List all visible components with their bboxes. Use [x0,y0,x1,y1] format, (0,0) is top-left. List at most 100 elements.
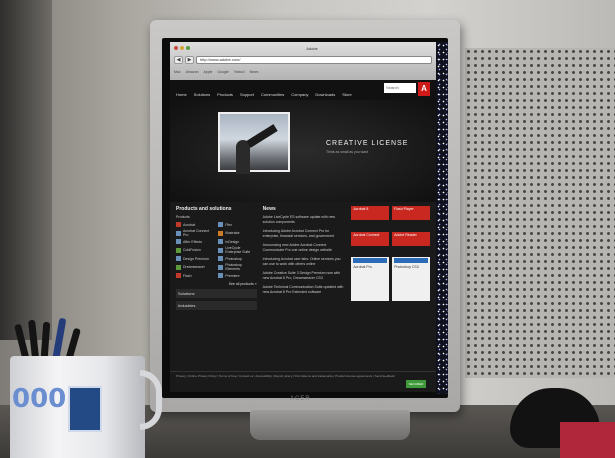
bookmark-item[interactable]: Google [217,70,228,74]
hero-tagline: Think as small as you want [326,150,369,154]
address-bar[interactable]: http://www.adobe.com/ [196,56,432,64]
promo-banner[interactable]: Adobe Reader [392,231,431,246]
promo-card[interactable]: Photoshop CS3 [392,257,431,302]
promo-banner[interactable]: Acrobat 8 [351,206,390,220]
browser-window: Adobe ◀ ▶ http://www.adobe.com/ Mac Amaz… [170,42,436,392]
promo-card-label: Photoshop CS3 [394,265,419,270]
product-label: Photoshop Elements [225,263,243,271]
product-list: Acrobat Flex Acrobat Connect Pro Illustr… [176,222,257,278]
bookmark-item[interactable]: Yahoo! [234,70,245,74]
product-label: ColdFusion [183,248,201,252]
news-item[interactable]: Adobe LiveCycle ES software update with … [263,215,346,225]
back-button[interactable]: ◀ [174,56,183,64]
see-all-products-link[interactable]: See all products » [176,282,257,286]
promo-card-header [353,258,388,264]
livecycle-icon [218,247,224,253]
photo-scene: Adobe ◀ ▶ http://www.adobe.com/ Mac Amaz… [0,0,615,458]
content-area: Products and solutions Products Acrobat … [170,202,436,314]
product-item[interactable]: Acrobat [176,222,214,227]
mug-print: 000 [12,384,67,414]
hero-banner[interactable]: CREATIVE LICENSE Think as small as you w… [170,100,436,202]
products-column: Products and solutions Products Acrobat … [176,206,257,310]
solutions-section[interactable]: Solutions [176,289,257,298]
close-window-button[interactable] [174,46,178,50]
nav-products[interactable]: Products [217,92,233,97]
promo-column: Acrobat 8 Flash Player Acrobat Connect A… [351,206,431,310]
adobe-logo-icon[interactable]: A [418,82,430,96]
news-item[interactable]: Introducing Adobe Acrobat Connect Pro fo… [263,229,346,239]
red-object [560,422,615,458]
product-item[interactable]: LiveCycle Enterprise Suite [218,246,256,254]
flash-icon [176,273,181,278]
product-item[interactable]: Acrobat Connect Pro [176,229,214,237]
product-label: Flex [225,222,232,227]
promo-card[interactable]: Acrobat Pro [351,257,390,302]
product-label: Dreamweaver [183,265,205,269]
nav-company[interactable]: Company [291,92,308,97]
nav-communities[interactable]: Communities [261,92,284,97]
news-item[interactable]: Introducing Acrobat user labs: Online se… [263,257,346,267]
nav-store[interactable]: Store [342,92,352,97]
product-item[interactable]: Flex [218,222,256,227]
product-label: Photoshop [225,256,243,261]
nav-downloads[interactable]: Downloads [315,92,335,97]
hero-photo [218,112,290,174]
pen [66,327,81,359]
acrobat-icon [176,222,181,227]
indesign-icon [218,239,224,244]
product-item[interactable]: Photoshop [218,256,256,261]
flex-icon [218,222,224,227]
products-subheading: Products [176,215,190,219]
coffee-mug: 000 [10,356,145,458]
bookmark-item[interactable]: Mac [174,70,181,74]
product-label: Acrobat [183,222,196,227]
dark-cabinet [0,0,52,340]
pen [40,321,51,359]
product-item[interactable]: Premiere [218,273,256,278]
bookmarks-bar: Mac Amazon Apple Google Yahoo! News [174,68,432,76]
pen [28,319,39,359]
desktop-wallpaper [436,42,448,394]
industries-section[interactable]: Industries [176,301,257,310]
product-label: Design Premium [183,256,209,261]
news-item[interactable]: Adobe Technical Communication Suite upda… [263,285,346,295]
product-item[interactable]: InDesign [218,239,256,244]
product-label: LiveCycle Enterprise Suite [225,246,251,254]
page-footer[interactable]: Privacy | Online Privacy Policy | Terms … [170,371,436,380]
news-item[interactable]: Announcing new Adobe Acrobat Connect Com… [263,243,346,253]
browser-toolbar: ◀ ▶ http://www.adobe.com/ [174,54,432,66]
forward-button[interactable]: ▶ [185,56,194,64]
zoom-window-button[interactable] [186,46,190,50]
bookmark-item[interactable]: Apple [203,70,212,74]
product-item[interactable]: Dreamweaver [176,263,214,271]
news-column: News Adobe LiveCycle ES software update … [263,206,346,310]
product-item[interactable]: ColdFusion [176,246,214,254]
minimize-window-button[interactable] [180,46,184,50]
products-heading: Products and solutions [176,206,232,212]
product-label: Premiere [225,273,240,278]
dreamweaver-icon [176,264,181,270]
coldfusion-icon [176,247,181,253]
bookmark-item[interactable]: News [250,70,259,74]
lcd-monitor: Adobe ◀ ▶ http://www.adobe.com/ Mac Amaz… [150,20,460,412]
security-badge[interactable]: SECURED [406,380,426,388]
product-item[interactable]: Photoshop Elements [218,263,256,271]
news-item[interactable]: Adobe Creative Suite 3 Design Premium no… [263,271,346,281]
perforated-panel [465,48,615,378]
product-item[interactable]: Flash [176,273,214,278]
photoshop-icon [218,256,224,261]
bookmark-item[interactable]: Amazon [186,70,199,74]
nav-support[interactable]: Support [240,92,254,97]
product-item[interactable]: Design Premium [176,256,214,261]
product-item[interactable]: After Effects [176,239,214,244]
telescope-silhouette [246,124,278,148]
photoshop-elements-icon [218,264,224,270]
nav-solutions[interactable]: Solutions [194,92,210,97]
product-item[interactable]: Illustrator [218,229,256,237]
promo-banner[interactable]: Acrobat Connect [351,231,390,246]
promo-banner[interactable]: Flash Player [392,206,431,220]
connect-icon [176,230,181,236]
news-heading: News [262,206,276,212]
search-input[interactable]: Search [384,83,416,93]
nav-home[interactable]: Home [176,92,187,97]
